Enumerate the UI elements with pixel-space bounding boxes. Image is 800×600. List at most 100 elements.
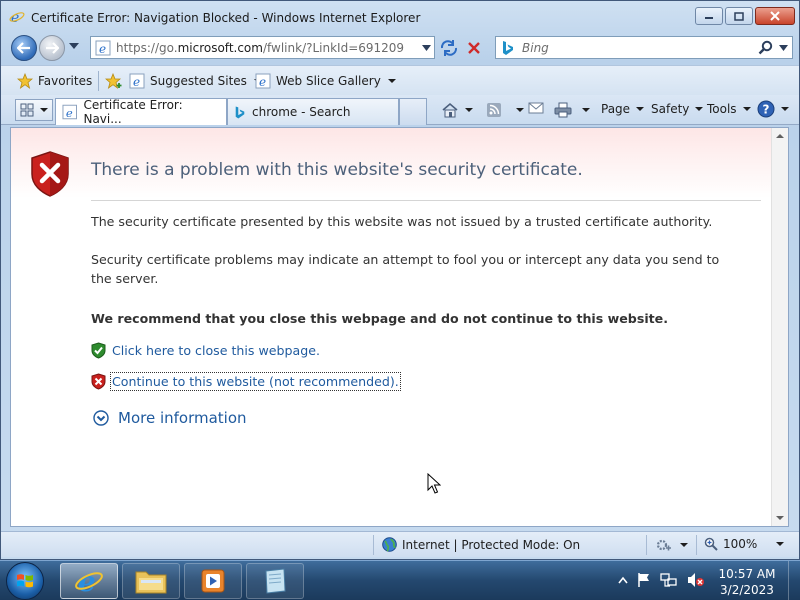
refresh-icon[interactable]	[439, 39, 459, 57]
heading-divider	[91, 200, 761, 201]
network-icon[interactable]	[660, 572, 678, 588]
web-slice-gallery-button[interactable]: e Web Slice Gallery	[255, 73, 396, 89]
internet-explorer-icon: e	[75, 566, 103, 596]
forward-button[interactable]	[39, 35, 65, 61]
address-dropdown-icon[interactable]	[422, 45, 431, 51]
taskbar-notepad[interactable]	[246, 563, 304, 599]
address-bar[interactable]: e https://go.microsoft.com/fwlink/?LinkI…	[90, 36, 435, 59]
security-zone-indicator[interactable]: Internet | Protected Mode: On	[382, 537, 580, 552]
close-webpage-link[interactable]: Click here to close this webpage.	[91, 342, 320, 359]
notepad-icon	[265, 568, 286, 594]
favorites-label: Favorites	[38, 74, 93, 88]
svg-text:e: e	[259, 75, 266, 89]
zoom-dropdown-icon	[776, 542, 785, 546]
window-title: Certificate Error: Navigation Blocked - …	[31, 11, 421, 25]
back-button[interactable]	[11, 35, 37, 61]
minimize-button[interactable]	[695, 7, 723, 25]
show-desktop-button[interactable]	[788, 561, 800, 600]
back-arrow-icon	[17, 42, 30, 54]
quick-tabs-button[interactable]	[15, 99, 53, 121]
close-webpage-link-text[interactable]: Click here to close this webpage.	[112, 343, 320, 358]
tab-and-command-bar: e Certificate Error: Navi... chrome - Se…	[1, 95, 799, 126]
ie-logo-icon: e	[9, 10, 25, 25]
read-mail-button[interactable]	[528, 102, 544, 114]
taskbar-media-player[interactable]	[184, 563, 242, 599]
continue-link-text[interactable]: Continue to this website (not recommende…	[110, 372, 401, 391]
new-tab-button[interactable]	[399, 98, 427, 125]
status-bar: Internet | Protected Mode: On 100%	[1, 531, 799, 557]
rss-feed-icon	[487, 103, 501, 117]
zoom-level-label: 100%	[723, 537, 758, 551]
feeds-dropdown-icon[interactable]	[516, 108, 524, 112]
ie-window: e Certificate Error: Navigation Blocked …	[0, 0, 800, 560]
vertical-scrollbar[interactable]	[771, 128, 788, 526]
zoom-level-button[interactable]: 100%	[704, 537, 785, 551]
help-button[interactable]: ?	[757, 100, 789, 118]
clock-time: 10:57 AM	[718, 567, 776, 581]
svg-text:e: e	[66, 106, 73, 120]
help-dropdown-icon	[781, 107, 789, 111]
page-menu-button[interactable]: Page	[601, 102, 645, 116]
favorites-button[interactable]: Favorites	[17, 73, 92, 89]
suggested-sites-button[interactable]: e Suggested Sites	[129, 73, 262, 89]
svg-text:e: e	[78, 566, 96, 596]
close-window-button[interactable]	[755, 7, 795, 25]
page-ie-icon: e	[95, 40, 111, 56]
svg-text:e: e	[11, 10, 19, 25]
system-clock[interactable]: 10:57 AM 3/2/2023	[712, 566, 782, 598]
stop-icon[interactable]	[464, 39, 484, 57]
close-icon	[770, 11, 780, 21]
status-separator	[646, 535, 647, 555]
tab-ie-icon: e	[62, 104, 77, 120]
add-to-favorites-bar-button[interactable]	[105, 73, 123, 89]
bing-logo-icon	[503, 41, 513, 55]
safety-menu-button[interactable]: Safety	[651, 102, 704, 116]
folder-icon	[135, 571, 167, 594]
page-dropdown-icon	[636, 107, 645, 111]
recent-pages-dropdown-icon[interactable]	[69, 43, 79, 49]
home-dropdown-icon[interactable]	[465, 108, 473, 112]
start-button[interactable]	[6, 562, 44, 600]
scroll-up-icon[interactable]	[776, 134, 784, 138]
more-information-toggle[interactable]: More information	[93, 409, 247, 427]
show-hidden-icons-icon[interactable]	[618, 576, 628, 584]
search-icon[interactable]	[758, 40, 774, 56]
tools-menu-label: Tools	[707, 102, 737, 116]
home-icon	[442, 102, 458, 118]
tools-menu-button[interactable]: Tools	[707, 102, 751, 116]
svg-text:?: ?	[763, 103, 770, 117]
address-url[interactable]: https://go.microsoft.com/fwlink/?LinkId=…	[116, 41, 404, 55]
mouse-cursor-icon	[427, 473, 441, 494]
print-dropdown-icon[interactable]	[582, 108, 590, 112]
tools-dropdown-icon	[742, 107, 751, 111]
search-box[interactable]: Bing	[495, 36, 793, 59]
more-information-label: More information	[118, 409, 247, 427]
print-button[interactable]	[554, 102, 590, 118]
tab-label: Certificate Error: Navi...	[83, 98, 183, 126]
add-favorite-star-icon	[105, 73, 122, 89]
mail-icon	[528, 102, 544, 114]
taskbar-windows-explorer[interactable]	[122, 563, 180, 599]
volume-muted-icon[interactable]	[687, 572, 705, 588]
privacy-gear-icon	[656, 539, 671, 551]
tab-chrome-search[interactable]: chrome - Search	[227, 98, 399, 125]
tab-list-dropdown-icon[interactable]	[40, 108, 48, 112]
status-separator	[696, 535, 697, 555]
action-center-flag-icon[interactable]	[637, 572, 651, 588]
tab-certificate-error[interactable]: e Certificate Error: Navi...	[55, 98, 227, 126]
favorites-star-icon	[17, 73, 33, 89]
suggested-sites-page-icon: e	[129, 73, 145, 89]
clock-date: 3/2/2023	[720, 583, 774, 597]
status-separator	[373, 535, 374, 555]
feeds-button[interactable]	[486, 102, 524, 118]
scroll-down-icon[interactable]	[776, 516, 784, 520]
continue-to-website-link[interactable]: Continue to this website (not recommende…	[91, 372, 401, 391]
home-button[interactable]	[441, 102, 473, 118]
privacy-settings-button[interactable]	[656, 538, 688, 552]
maximize-button[interactable]	[725, 7, 753, 25]
zoom-magnifier-icon	[704, 537, 718, 551]
suggested-sites-label: Suggested Sites	[150, 74, 247, 88]
security-error-shield-icon	[31, 151, 69, 197]
taskbar-internet-explorer[interactable]: e	[60, 563, 118, 599]
search-options-dropdown-icon[interactable]	[779, 45, 788, 51]
